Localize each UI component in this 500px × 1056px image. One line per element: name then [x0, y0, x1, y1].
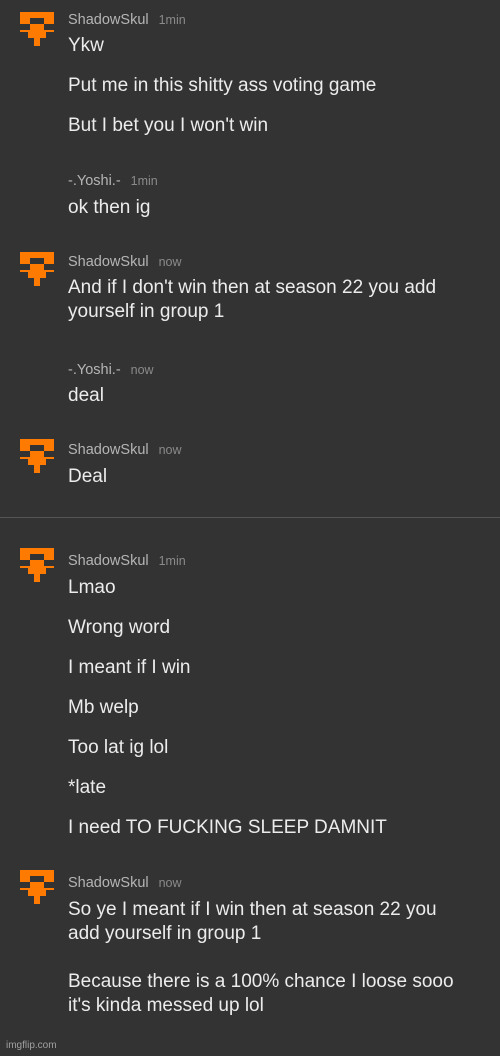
timestamp: now	[158, 255, 182, 269]
skull-icon	[20, 12, 54, 46]
timestamp: now	[130, 363, 154, 377]
screenshot-divider	[0, 517, 500, 518]
message-text: Put me in this shitty ass voting game	[68, 75, 377, 96]
timestamp: now	[158, 443, 182, 457]
watermark: imgflip.com	[6, 1040, 57, 1051]
message-text: And if I don't win then at season 22 you…	[68, 277, 437, 322]
message-text: I need TO FUCKING SLEEP DAMNIT	[68, 817, 387, 838]
username[interactable]: ShadowSkul	[68, 12, 149, 28]
timestamp: 1min	[158, 13, 186, 27]
username[interactable]: ShadowSkul	[68, 442, 149, 458]
message-header: ShadowSkul 1min	[68, 11, 186, 29]
username[interactable]: -.Yoshi.-	[68, 173, 121, 189]
timestamp: 1min	[130, 174, 158, 188]
username[interactable]: ShadowSkul	[68, 553, 149, 569]
message-text: But I bet you I won't win	[68, 115, 269, 136]
message-header: -.Yoshi.- 1min	[68, 172, 158, 190]
timestamp: now	[158, 876, 182, 890]
username[interactable]: ShadowSkul	[68, 875, 149, 891]
message-text: ok then ig	[68, 197, 151, 218]
message-header: ShadowSkul 1min	[68, 552, 186, 570]
skull-icon	[20, 548, 54, 582]
skull-icon	[20, 252, 54, 286]
message-header: ShadowSkul now	[68, 253, 182, 271]
username[interactable]: ShadowSkul	[68, 254, 149, 270]
message-header: ShadowSkul now	[68, 441, 182, 459]
message-text: *late	[68, 777, 107, 798]
message-text: Deal	[68, 466, 108, 487]
timestamp: 1min	[158, 554, 186, 568]
message-text: Lmao	[68, 577, 116, 598]
message-text: So ye I meant if I win then at season 22…	[68, 899, 454, 1016]
message-text: Wrong word	[68, 617, 171, 638]
message-header: ShadowSkul now	[68, 874, 182, 892]
message-text: deal	[68, 385, 104, 406]
username[interactable]: -.Yoshi.-	[68, 362, 121, 378]
message-text: I meant if I win	[68, 657, 191, 678]
message-text: Too lat ig lol	[68, 737, 169, 758]
message-text: Ykw	[68, 35, 104, 56]
message-header: -.Yoshi.- now	[68, 361, 154, 379]
skull-icon	[20, 439, 54, 473]
message-text: Mb welp	[68, 697, 139, 718]
skull-icon	[20, 870, 54, 904]
